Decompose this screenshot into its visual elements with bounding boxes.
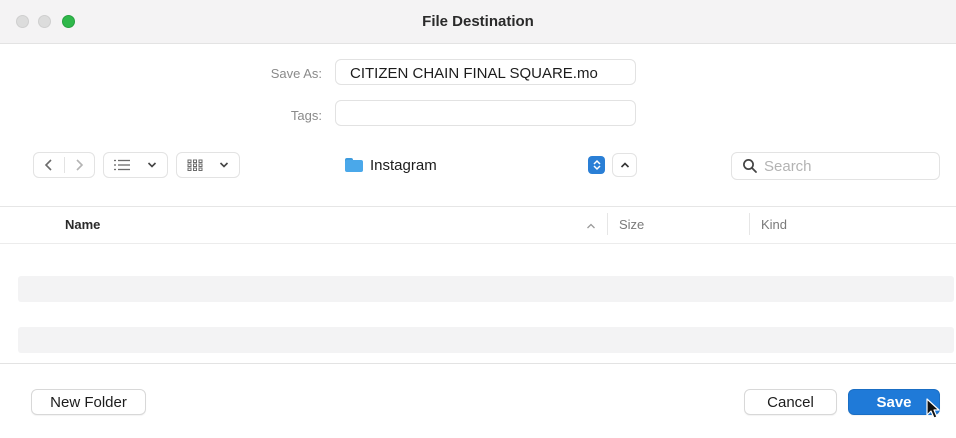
grid-icon — [187, 159, 203, 171]
up-down-chevron-icon — [588, 156, 605, 174]
chevron-right-icon — [76, 159, 84, 171]
column-header-kind[interactable]: Kind — [761, 217, 787, 232]
search-icon — [743, 159, 757, 173]
save-as-input[interactable]: CITIZEN CHAIN FINAL SQUARE.mo — [335, 59, 636, 85]
chevron-up-icon — [620, 162, 629, 168]
folder-icon — [345, 158, 363, 172]
list-view-button[interactable] — [103, 152, 168, 178]
search-placeholder: Search — [764, 157, 812, 175]
window-title: File Destination — [422, 13, 534, 30]
location-label: Instagram — [370, 156, 437, 174]
list-row — [18, 276, 954, 302]
tags-label: Tags: — [290, 108, 322, 123]
save-as-label: Save As: — [270, 66, 322, 81]
location-popup[interactable]: Instagram — [333, 152, 605, 178]
column-header-size[interactable]: Size — [619, 217, 644, 232]
expand-toggle-button[interactable] — [612, 153, 637, 177]
new-folder-button[interactable]: New Folder — [31, 389, 146, 415]
list-row — [18, 327, 954, 353]
chevron-down-icon — [147, 162, 157, 168]
forward-button[interactable] — [65, 153, 95, 177]
chevron-left-icon — [44, 159, 52, 171]
mouse-pointer-icon — [926, 398, 940, 419]
title-bar: File Destination — [0, 0, 956, 44]
tags-input[interactable] — [335, 100, 636, 126]
chevron-down-icon — [219, 162, 229, 168]
column-header-name[interactable]: Name — [65, 217, 100, 232]
file-destination-dialog: File Destination Save As: CITIZEN CHAIN … — [0, 0, 956, 438]
back-forward-control — [33, 152, 95, 178]
grid-view-button[interactable] — [176, 152, 240, 178]
cancel-button[interactable]: Cancel — [744, 389, 837, 415]
back-button[interactable] — [34, 153, 64, 177]
list-icon — [114, 159, 130, 171]
sort-ascending-icon — [587, 223, 595, 229]
search-field[interactable]: Search — [731, 152, 940, 180]
